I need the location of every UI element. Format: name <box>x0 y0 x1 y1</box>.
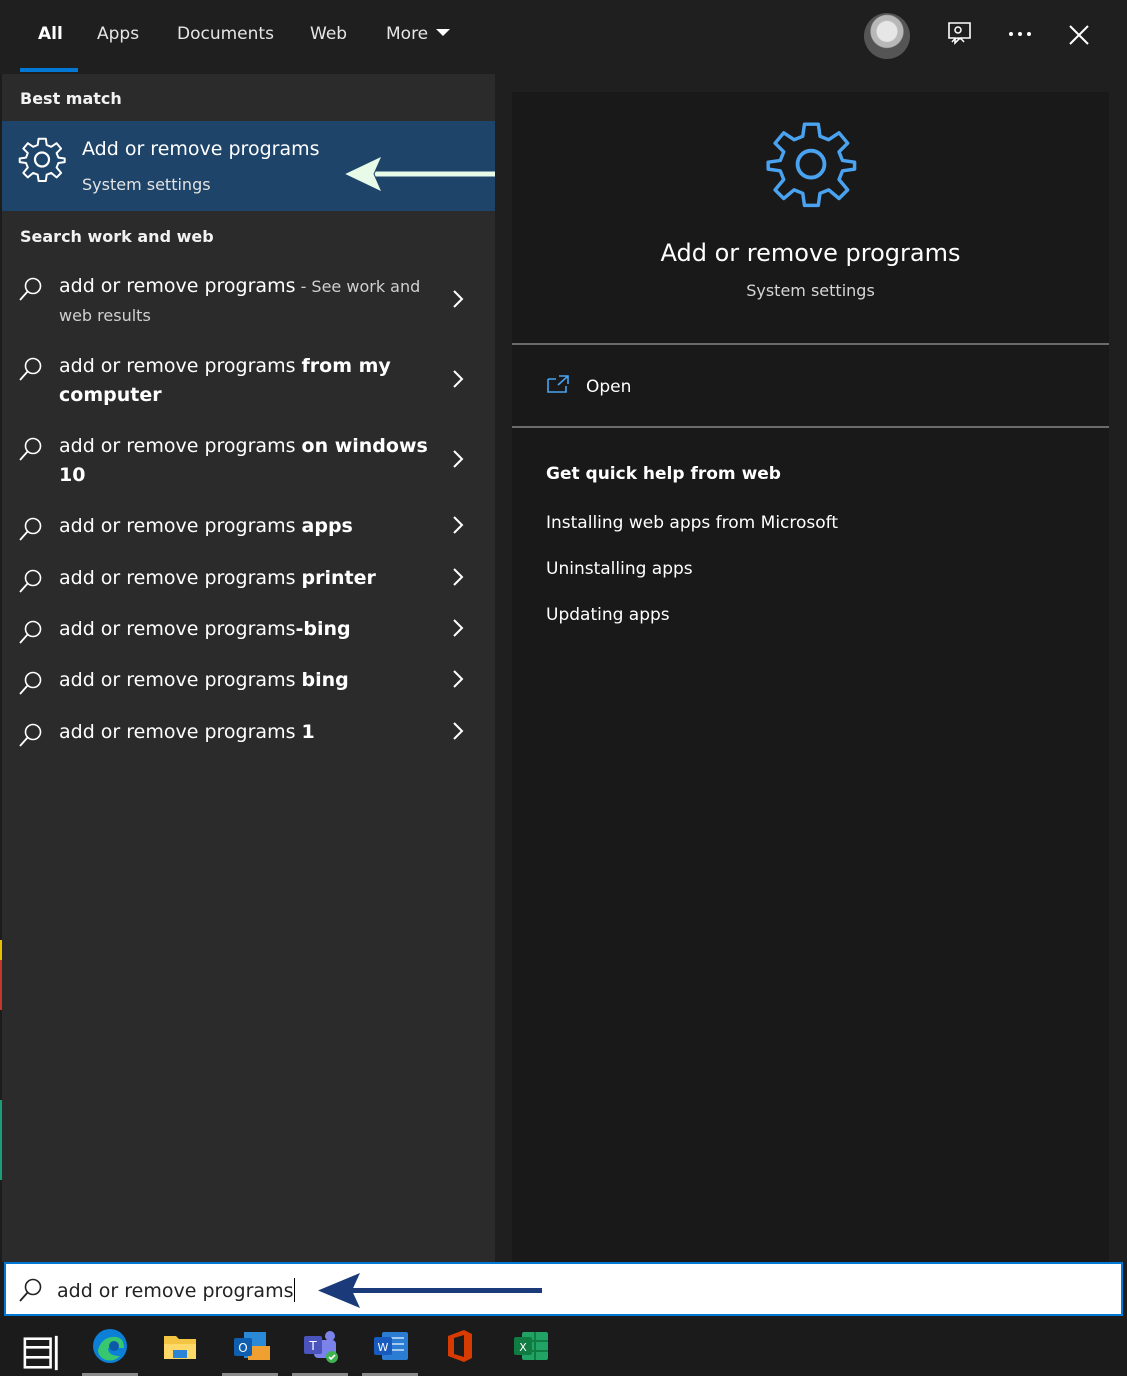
close-icon[interactable] <box>1068 24 1090 46</box>
svg-text:W: W <box>378 1341 389 1354</box>
tab-all[interactable]: All <box>38 24 63 44</box>
best-match-heading: Best match <box>20 89 122 108</box>
active-tab-indicator <box>20 68 78 72</box>
search-icon <box>19 277 42 301</box>
file-explorer-icon[interactable] <box>160 1326 200 1366</box>
tab-apps[interactable]: Apps <box>97 24 139 44</box>
teams-icon[interactable]: T <box>300 1326 340 1366</box>
search-icon <box>19 1278 42 1302</box>
result-suffix: printer <box>301 567 376 589</box>
search-input-value: add or remove programs <box>57 1280 294 1302</box>
tab-more-label: More <box>386 24 429 44</box>
divider <box>512 343 1109 345</box>
search-icon <box>19 517 42 541</box>
result-text: add or remove programs apps <box>59 512 429 541</box>
result-query: add or remove programs <box>59 618 296 640</box>
svg-text:X: X <box>519 1341 527 1354</box>
preview-pane <box>512 92 1109 1262</box>
help-link[interactable]: Updating apps <box>546 605 670 625</box>
chevron-down-icon <box>436 29 451 36</box>
annotation-arrow-icon <box>342 155 516 194</box>
result-query: add or remove programs <box>59 669 302 691</box>
result-text: add or remove programs 1 <box>59 718 429 747</box>
result-query: add or remove programs <box>59 567 302 589</box>
preview-subtitle: System settings <box>746 281 875 300</box>
list-item[interactable]: add or remove programs from my computer <box>2 352 495 412</box>
outlook-icon[interactable]: O <box>230 1326 270 1366</box>
result-suffix: 1 <box>301 721 315 743</box>
result-text: add or remove programs printer <box>59 564 429 593</box>
chevron-right-icon <box>453 568 464 586</box>
chevron-right-icon <box>453 722 464 740</box>
divider <box>512 426 1109 428</box>
excel-icon[interactable]: X <box>510 1326 550 1366</box>
list-item[interactable]: add or remove programs printer <box>2 564 495 600</box>
office-icon[interactable] <box>440 1326 480 1366</box>
search-input[interactable]: add or remove programs <box>57 1278 296 1302</box>
chevron-right-icon <box>453 516 464 534</box>
result-query: add or remove programs <box>59 515 302 537</box>
gear-icon <box>18 137 66 182</box>
tab-documents[interactable]: Documents <box>177 24 274 44</box>
open-button[interactable]: Open <box>586 377 631 397</box>
result-query: add or remove programs <box>59 275 296 297</box>
preview-title: Add or remove programs <box>660 239 961 267</box>
result-text: add or remove programs bing <box>59 666 429 695</box>
more-options-icon[interactable] <box>1007 30 1033 38</box>
result-suffix: -bing <box>295 618 351 640</box>
edge-icon[interactable] <box>90 1326 130 1366</box>
result-suffix: apps <box>301 515 353 537</box>
search-icon <box>19 437 42 461</box>
annotation-arrow-icon <box>318 1273 542 1308</box>
list-item[interactable]: add or remove programs on windows 10 <box>2 432 495 492</box>
search-icon <box>19 723 42 747</box>
search-icon <box>19 620 42 644</box>
tab-web[interactable]: Web <box>310 24 347 44</box>
search-icon <box>19 357 42 381</box>
search-web-heading: Search work and web <box>20 227 214 246</box>
result-query: add or remove programs <box>59 435 302 457</box>
avatar[interactable] <box>864 13 910 59</box>
help-link[interactable]: Uninstalling apps <box>546 559 693 579</box>
chevron-right-icon <box>453 670 464 688</box>
feedback-icon[interactable] <box>946 20 974 50</box>
search-icon <box>19 671 42 695</box>
search-icon <box>19 569 42 593</box>
gear-icon <box>766 122 857 208</box>
list-item[interactable]: add or remove programs - See work and we… <box>2 272 495 332</box>
list-item[interactable]: add or remove programs-bing <box>2 615 495 651</box>
tab-more[interactable]: More <box>386 24 451 44</box>
chevron-right-icon <box>453 290 464 308</box>
chevron-right-icon <box>453 370 464 388</box>
result-query: add or remove programs <box>59 721 302 743</box>
svg-text:O: O <box>238 1341 247 1355</box>
help-link[interactable]: Installing web apps from Microsoft <box>546 513 838 533</box>
chevron-right-icon <box>453 450 464 468</box>
list-item[interactable]: add or remove programs 1 <box>2 718 495 754</box>
help-heading: Get quick help from web <box>546 464 781 484</box>
list-item[interactable]: add or remove programs bing <box>2 666 495 702</box>
open-icon[interactable] <box>546 374 570 394</box>
result-text: add or remove programs-bing <box>59 615 429 644</box>
chevron-right-icon <box>453 619 464 637</box>
list-item[interactable]: add or remove programs apps <box>2 512 495 548</box>
result-suffix: bing <box>301 669 349 691</box>
task-view-icon[interactable] <box>22 1333 62 1373</box>
result-text: add or remove programs - See work and we… <box>59 272 429 330</box>
best-match-subtitle: System settings <box>82 175 211 194</box>
result-text: add or remove programs on windows 10 <box>59 432 429 490</box>
word-icon[interactable]: W <box>370 1326 410 1366</box>
svg-text:T: T <box>308 1339 317 1353</box>
best-match-title: Add or remove programs <box>82 138 320 160</box>
text-cursor <box>294 1278 296 1302</box>
result-text: add or remove programs from my computer <box>59 352 429 410</box>
result-query: add or remove programs <box>59 355 302 377</box>
